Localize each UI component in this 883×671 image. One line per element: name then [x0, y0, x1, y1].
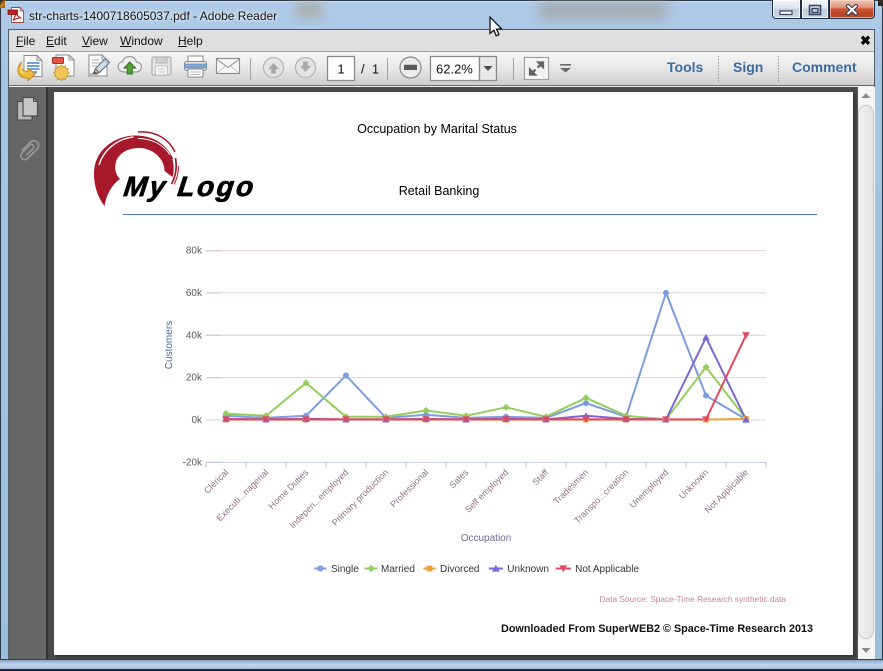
- svg-text:Unknown: Unknown: [677, 467, 711, 501]
- svg-text:20k: 20k: [186, 373, 203, 384]
- svg-text:62.2%: 62.2%: [436, 62, 473, 77]
- svg-text:Sales: Sales: [447, 467, 470, 490]
- svg-text:Customers: Customers: [164, 321, 175, 369]
- svg-text:40k: 40k: [186, 330, 203, 341]
- svg-text:Clerical: Clerical: [202, 467, 230, 495]
- svg-text:Tradesmen: Tradesmen: [551, 467, 590, 506]
- svg-text:Unemployed: Unemployed: [628, 467, 671, 510]
- svg-text:/ 1: / 1: [361, 62, 379, 77]
- svg-text:Not Applicable: Not Applicable: [575, 564, 639, 575]
- svg-text:60k: 60k: [186, 288, 203, 299]
- svg-text:Occupation: Occupation: [461, 533, 512, 544]
- svg-text:1: 1: [337, 62, 344, 77]
- svg-text:Home Duties: Home Duties: [266, 467, 310, 511]
- svg-text:0k: 0k: [191, 415, 203, 426]
- svg-text:Divorced: Divorced: [440, 564, 479, 575]
- svg-text:Professional: Professional: [388, 467, 430, 509]
- svg-text:80k: 80k: [186, 246, 203, 257]
- svg-text:Married: Married: [381, 564, 415, 575]
- svg-text:Staff: Staff: [530, 467, 550, 487]
- svg-text:Single: Single: [331, 564, 359, 575]
- svg-text:Data Source: Space-Time Resear: Data Source: Space-Time Research synthet…: [600, 594, 787, 604]
- svg-text:Unknown: Unknown: [507, 564, 549, 575]
- svg-text:-20k: -20k: [183, 457, 203, 468]
